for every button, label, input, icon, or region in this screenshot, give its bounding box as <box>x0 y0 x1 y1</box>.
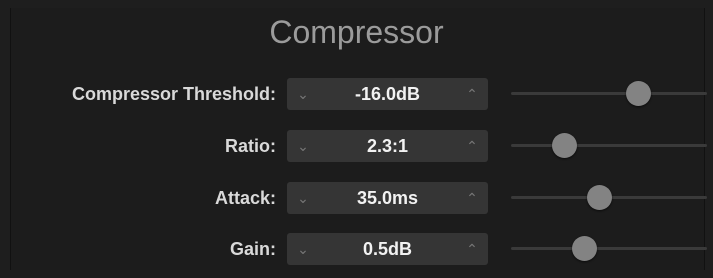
attack-row: Attack: ⌄ 35.0ms ⌃ <box>0 182 713 214</box>
gain-label: Gain: <box>229 239 276 259</box>
threshold-row: Compressor Threshold: ⌄ -16.0dB ⌃ <box>0 78 713 110</box>
chevron-up-icon[interactable]: ⌃ <box>458 130 486 162</box>
threshold-slider[interactable] <box>511 78 707 110</box>
ratio-value[interactable]: 2.3:1 <box>319 130 456 162</box>
gain-stepper[interactable]: ⌄ 0.5dB ⌃ <box>287 233 488 265</box>
attack-slider[interactable] <box>511 182 707 214</box>
slider-thumb[interactable] <box>571 236 597 261</box>
threshold-label: Compressor Threshold: <box>71 84 276 104</box>
gain-slider[interactable] <box>511 233 707 265</box>
chevron-up-icon[interactable]: ⌃ <box>458 233 486 265</box>
chevron-down-icon[interactable]: ⌄ <box>289 182 317 214</box>
slider-track[interactable] <box>511 247 707 250</box>
slider-thumb[interactable] <box>626 81 652 106</box>
slider-thumb[interactable] <box>587 185 613 210</box>
gain-value[interactable]: 0.5dB <box>319 233 456 265</box>
threshold-value[interactable]: -16.0dB <box>319 78 456 110</box>
ratio-label: Ratio: <box>225 136 276 156</box>
ratio-row: Ratio: ⌄ 2.3:1 ⌃ <box>0 130 713 162</box>
panel-title: Compressor <box>269 14 444 50</box>
ratio-slider[interactable] <box>511 130 707 162</box>
chevron-down-icon[interactable]: ⌄ <box>289 233 317 265</box>
threshold-stepper[interactable]: ⌄ -16.0dB ⌃ <box>287 78 488 110</box>
chevron-up-icon[interactable]: ⌃ <box>458 182 486 214</box>
slider-thumb[interactable] <box>551 133 577 158</box>
attack-label: Attack: <box>214 188 276 208</box>
chevron-up-icon[interactable]: ⌃ <box>458 78 486 110</box>
slider-track[interactable] <box>511 144 707 147</box>
ratio-stepper[interactable]: ⌄ 2.3:1 ⌃ <box>287 130 488 162</box>
chevron-down-icon[interactable]: ⌄ <box>289 130 317 162</box>
attack-stepper[interactable]: ⌄ 35.0ms ⌃ <box>287 182 488 214</box>
slider-track[interactable] <box>511 92 707 95</box>
gain-row: Gain: ⌄ 0.5dB ⌃ <box>0 233 713 265</box>
attack-value[interactable]: 35.0ms <box>319 182 456 214</box>
chevron-down-icon[interactable]: ⌄ <box>289 78 317 110</box>
